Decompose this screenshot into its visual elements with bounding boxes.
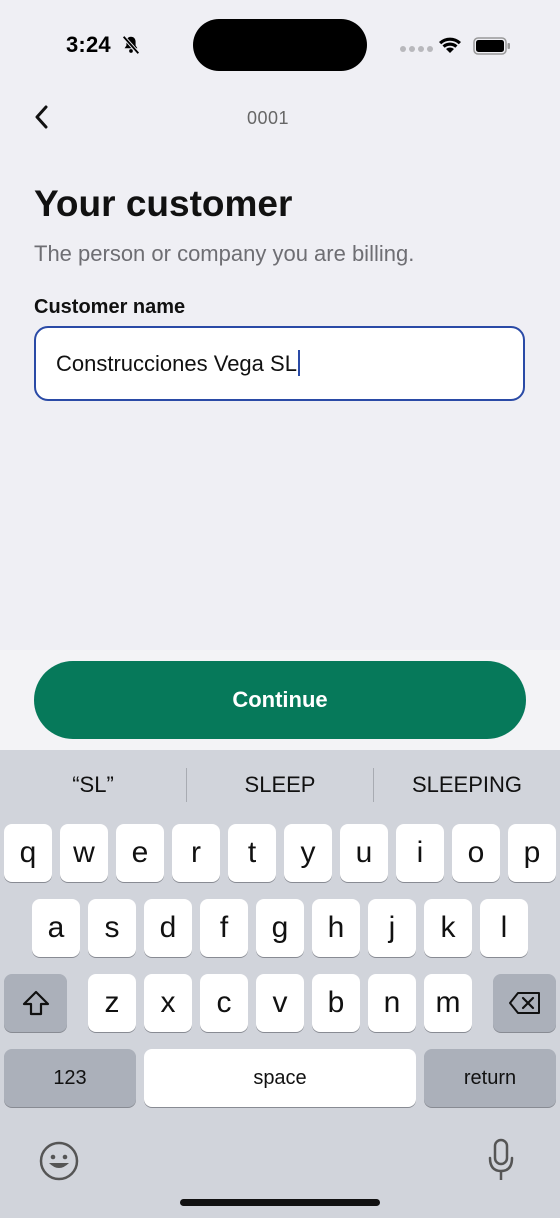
suggestion-bar: “SL” SLEEP SLEEPING [0, 750, 560, 820]
home-indicator [180, 1199, 380, 1206]
shift-arrow-icon [22, 990, 49, 1016]
key-y[interactable]: y [284, 824, 332, 882]
key-c[interactable]: c [200, 974, 248, 1032]
key-m[interactable]: m [424, 974, 472, 1032]
key-g[interactable]: g [256, 899, 304, 957]
key-a[interactable]: a [32, 899, 80, 957]
wifi-icon [439, 37, 461, 53]
dynamic-island [193, 19, 367, 71]
key-o[interactable]: o [452, 824, 500, 882]
customer-name-input[interactable]: Construcciones Vega SL [34, 326, 525, 401]
backspace-icon [508, 992, 540, 1014]
page-subtitle: The person or company you are billing. [34, 241, 415, 266]
status-time: 3:24 [66, 32, 111, 57]
key-r[interactable]: r [172, 824, 220, 882]
customer-name-value: Construcciones Vega SL [56, 351, 297, 376]
key-n[interactable]: n [368, 974, 416, 1032]
emoji-icon[interactable] [38, 1140, 80, 1182]
key-t[interactable]: t [228, 824, 276, 882]
microphone-icon[interactable] [486, 1138, 516, 1184]
continue-button[interactable]: Continue [34, 661, 526, 739]
suggestion-item[interactable]: “SL” [0, 750, 186, 820]
page-title: Your customer [34, 183, 293, 224]
key-k[interactable]: k [424, 899, 472, 957]
key-w[interactable]: w [60, 824, 108, 882]
key-e[interactable]: e [116, 824, 164, 882]
suggestion-item[interactable]: SLEEP [187, 750, 373, 820]
key-z[interactable]: z [88, 974, 136, 1032]
key-s[interactable]: s [88, 899, 136, 957]
return-key[interactable]: return [424, 1049, 556, 1107]
key-u[interactable]: u [340, 824, 388, 882]
key-v[interactable]: v [256, 974, 304, 1032]
key-h[interactable]: h [312, 899, 360, 957]
key-x[interactable]: x [144, 974, 192, 1032]
delete-key[interactable] [493, 974, 556, 1032]
key-b[interactable]: b [312, 974, 360, 1032]
key-i[interactable]: i [396, 824, 444, 882]
key-f[interactable]: f [200, 899, 248, 957]
numbers-key[interactable]: 123 [4, 1049, 136, 1107]
signal-dots-icon [400, 46, 433, 52]
text-caret [297, 350, 300, 376]
suggestion-item[interactable]: SLEEPING [374, 750, 560, 820]
header-title: 0001 [246, 108, 290, 128]
silent-bell-icon [122, 35, 140, 55]
key-d[interactable]: d [144, 899, 192, 957]
shift-key[interactable] [4, 974, 67, 1032]
key-l[interactable]: l [480, 899, 528, 957]
customer-name-label: Customer name [34, 296, 186, 318]
key-j[interactable]: j [368, 899, 416, 957]
battery-icon [473, 37, 510, 55]
space-key[interactable]: space [144, 1049, 416, 1107]
key-p[interactable]: p [508, 824, 556, 882]
key-q[interactable]: q [4, 824, 52, 882]
